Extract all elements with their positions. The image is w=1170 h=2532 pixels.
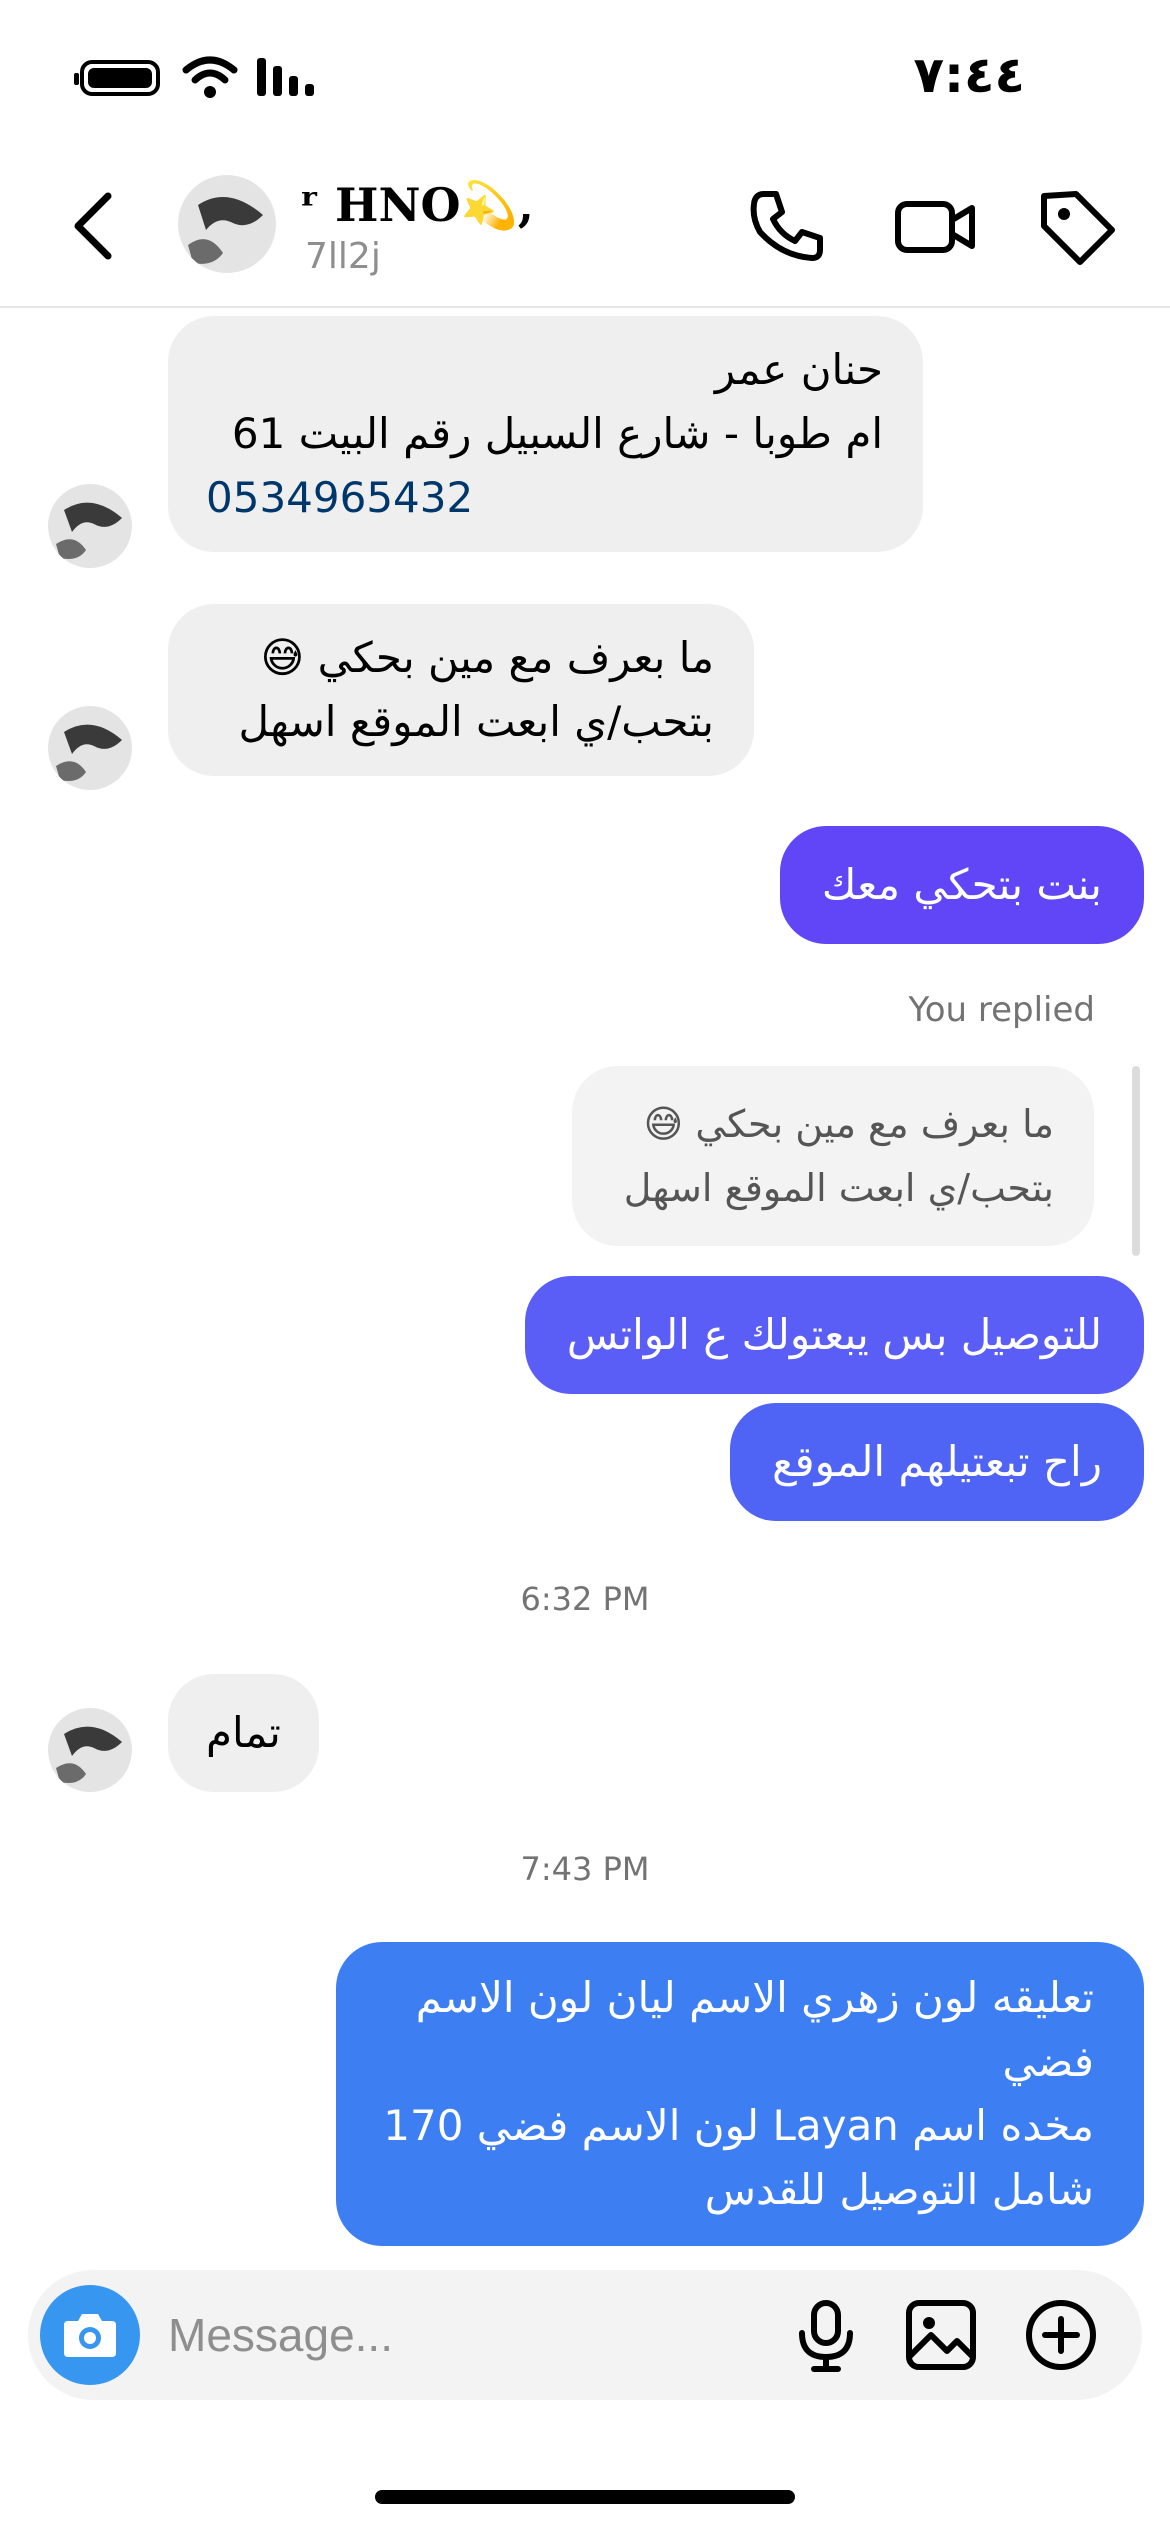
grinning-sweat-emoji-icon: 😅	[260, 633, 305, 682]
reply-indicator-bar	[1132, 1066, 1140, 1256]
gallery-icon[interactable]	[901, 2295, 981, 2375]
microphone-icon[interactable]	[786, 2295, 866, 2375]
phone-icon[interactable]	[742, 182, 832, 272]
outgoing-message[interactable]: تعليقه لون زهري الاسم ليان لون الاسم فضي…	[336, 1942, 1144, 2246]
outgoing-message[interactable]: للتوصيل بس يبعتولك ع الواتس	[524, 1276, 1144, 1394]
camera-icon	[64, 2314, 116, 2357]
timestamp: 7:43 PM	[520, 1850, 650, 1888]
status-time: ٧:٤٤	[913, 46, 1025, 104]
chat-header: ʳ HNO💫, 7ll2j	[0, 150, 1170, 308]
outgoing-message[interactable]: بنت بتحكي معك	[779, 826, 1144, 944]
wifi-icon	[182, 56, 238, 98]
avatar[interactable]	[48, 706, 132, 790]
home-indicator[interactable]	[375, 2490, 795, 2504]
signal-icon	[257, 58, 314, 96]
phone-number-link[interactable]: 0534965432	[206, 466, 883, 530]
contact-name[interactable]: ʳ HNO💫,	[300, 178, 534, 233]
incoming-message[interactable]: ما بعرف مع مين بحكي 😅 بتحب/ي ابعت الموقع…	[168, 604, 754, 776]
avatar[interactable]	[48, 484, 132, 568]
message-composer	[28, 2270, 1142, 2400]
incoming-message[interactable]: تمام	[168, 1674, 319, 1792]
battery-icon	[74, 60, 160, 96]
plus-circle-icon[interactable]	[1021, 2295, 1101, 2375]
timestamp: 6:32 PM	[520, 1580, 650, 1618]
contact-username: 7ll2j	[305, 236, 381, 277]
grinning-sweat-emoji-icon: 😅	[643, 1102, 684, 1146]
camera-button[interactable]	[40, 2285, 140, 2385]
message-input[interactable]	[168, 2300, 768, 2370]
video-camera-icon[interactable]	[890, 182, 980, 272]
reply-label: You replied	[908, 990, 1095, 1030]
message-list[interactable]: حنان عمر ام طوبا - شارع السبيل رقم البيت…	[0, 308, 1170, 2268]
avatar[interactable]	[48, 1708, 132, 1792]
back-chevron-icon[interactable]	[60, 186, 130, 266]
status-bar: ٧:٤٤	[0, 0, 1170, 150]
outgoing-message[interactable]: راح تبعتيلهم الموقع	[730, 1403, 1144, 1521]
tag-icon[interactable]	[1032, 182, 1122, 272]
reply-quote[interactable]: ما بعرف مع مين بحكي 😅 بتحب/ي ابعت الموقع…	[572, 1066, 1094, 1246]
incoming-message[interactable]: حنان عمر ام طوبا - شارع السبيل رقم البيت…	[168, 316, 923, 552]
avatar[interactable]	[178, 175, 276, 273]
